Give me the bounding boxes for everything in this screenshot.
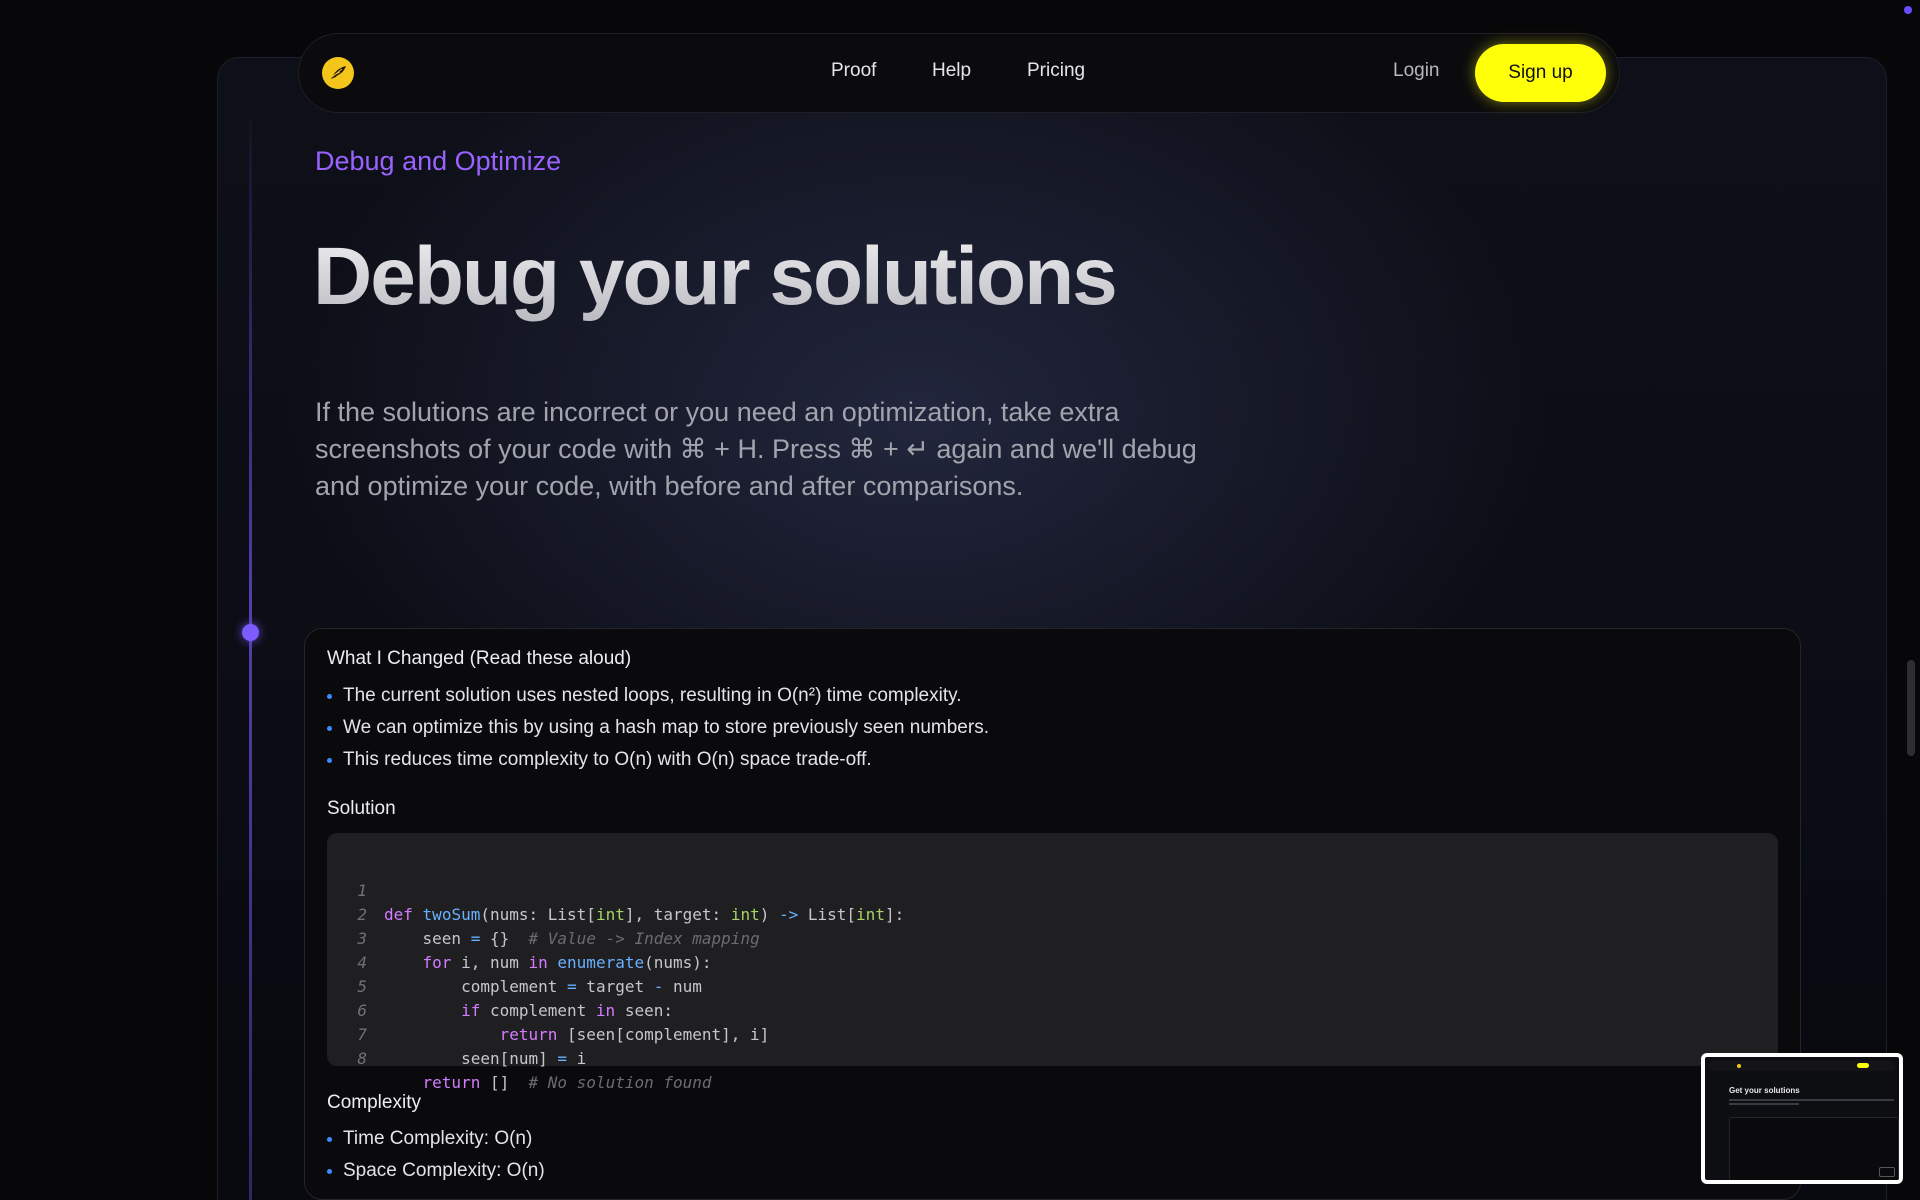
preview-text-line (1729, 1103, 1799, 1105)
feather-logo-icon[interactable] (322, 57, 354, 89)
preview-expand-icon (1879, 1167, 1895, 1177)
list-item: Space Complexity: O(n) (327, 1155, 545, 1187)
line-number: 8 (357, 1049, 367, 1068)
preview-logo-icon (1737, 1064, 1741, 1068)
signup-button[interactable]: Sign up (1475, 44, 1606, 102)
code-line: 3 for i, num in enumerate(nums): (327, 903, 1778, 972)
code-line: 8 return [] # No solution found (327, 1023, 1778, 1092)
code-line: 5 if complement in seen: (327, 951, 1778, 1020)
changes-heading: What I Changed (Read these aloud) (327, 648, 632, 669)
solution-heading: Solution (327, 798, 396, 819)
nav-link-proof[interactable]: Proof (831, 60, 876, 82)
code-line: 7 seen[num] = i (327, 999, 1778, 1068)
hero-description: If the solutions are incorrect or you ne… (315, 397, 1197, 501)
code-line: 6 return [seen[complement], i] (327, 975, 1778, 1044)
page: Proof Help Pricing Login Sign up Debug a… (0, 0, 1920, 1200)
preview-title: Get your solutions (1729, 1086, 1800, 1095)
nav-link-pricing[interactable]: Pricing (1027, 60, 1085, 82)
changes-list: The current solution uses nested loops, … (327, 680, 989, 776)
timeline-line (249, 120, 252, 1200)
preview-text-line (1729, 1099, 1894, 1101)
code-text: return [] # No solution found (422, 1073, 712, 1092)
code-line: 1 def twoSum(nums: List[int], target: in… (327, 855, 1778, 924)
preview-card (1729, 1117, 1899, 1180)
list-item: This reduces time complexity to O(n) wit… (327, 744, 989, 776)
indicator-dot-icon (1904, 6, 1912, 14)
scrollbar-thumb[interactable] (1907, 660, 1915, 756)
code-block[interactable]: 1 def twoSum(nums: List[int], target: in… (327, 833, 1778, 1092)
list-item: The current solution uses nested loops, … (327, 680, 989, 712)
code-line: 4 complement = target - num (327, 927, 1778, 996)
section-eyebrow: Debug and Optimize (315, 146, 562, 176)
list-item: We can optimize this by using a hash map… (327, 712, 989, 744)
nav-link-help[interactable]: Help (932, 60, 971, 82)
code-line: 2 seen = {} # Value -> Index mapping (327, 879, 1778, 948)
complexity-heading: Complexity (327, 1092, 421, 1113)
login-link[interactable]: Login (1393, 60, 1440, 82)
feather-glyph-icon (331, 66, 346, 79)
preview-thumbnail[interactable]: Get your solutions (1701, 1053, 1903, 1184)
preview-signup-button (1857, 1063, 1869, 1068)
code-text: seen[num] = i (384, 1049, 587, 1068)
complexity-list: Time Complexity: O(n) Space Complexity: … (327, 1123, 545, 1187)
hero-title: Debug your solutions (313, 231, 1118, 322)
timeline-dot-icon (242, 624, 259, 641)
list-item: Time Complexity: O(n) (327, 1123, 545, 1155)
